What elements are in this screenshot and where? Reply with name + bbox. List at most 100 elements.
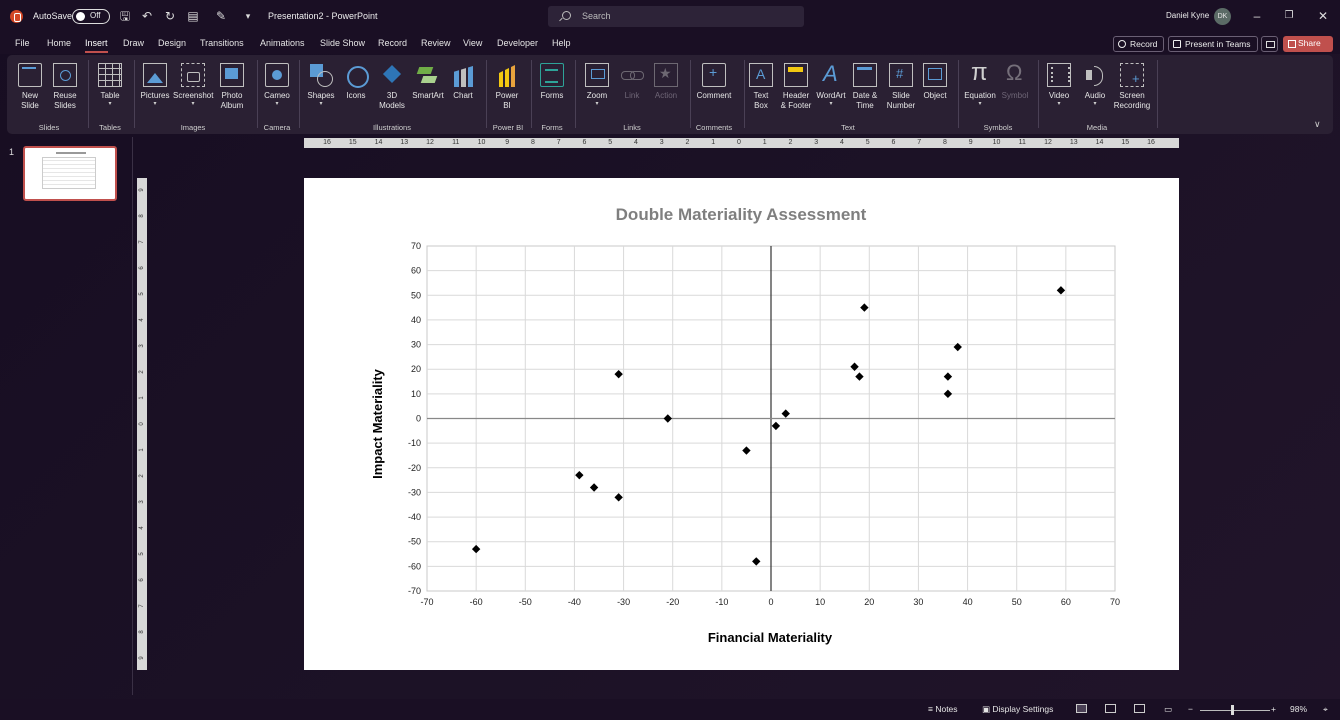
equation-button[interactable]: Equation ▾ (962, 59, 998, 108)
slide-thumbnail[interactable] (23, 146, 117, 201)
screen-recording-button[interactable]: Screen Recording (1113, 63, 1151, 111)
tab-transitions[interactable]: Transitions (200, 38, 244, 48)
3d-models-button[interactable]: 3D Models (375, 63, 409, 111)
horizontal-ruler[interactable]: 16 15 14 13 12 11 10 9 8 7 6 5 4 3 2 1 0 1 2 3 4 5 6 7 8 9 10 11 12 1… (304, 138, 1179, 148)
forms-button[interactable]: Forms (537, 63, 567, 101)
symbol-button[interactable]: Symbol (1000, 60, 1030, 101)
ruler-tick-label: 11 (1018, 139, 1026, 146)
user-name[interactable]: Daniel Kyne (1166, 11, 1209, 20)
thumbnail-chart (42, 157, 96, 189)
group-divider (299, 60, 300, 128)
tab-view[interactable]: View (463, 38, 482, 48)
vertical-ruler[interactable]: 9 8 7 6 5 4 3 2 1 0 1 2 3 4 5 6 7 8 9 (137, 178, 147, 670)
collapse-ribbon-icon[interactable]: ∨ (1314, 119, 1321, 130)
object-button[interactable]: Object (920, 63, 950, 101)
tab-insert[interactable]: Insert (85, 38, 108, 53)
link-button[interactable]: Link (617, 63, 647, 101)
shapes-button[interactable]: Shapes ▾ (305, 63, 337, 108)
normal-view-icon[interactable] (1076, 704, 1087, 713)
ruler-tick-label: 4 (634, 139, 638, 146)
ruler-tick-label: 12 (1044, 139, 1052, 146)
audio-button[interactable]: Audio ▾ (1080, 63, 1110, 108)
y-tick-label: -60 (408, 561, 421, 571)
icons-button[interactable]: Icons (340, 63, 372, 101)
display-settings-button[interactable]: ▣ Display Settings (982, 704, 1053, 715)
tab-file[interactable]: File (15, 38, 30, 48)
photo-album-button[interactable]: Photo Album (215, 63, 249, 111)
group-label-images: Images (180, 123, 206, 132)
present-from-beginning-icon[interactable]: ▤ (186, 9, 200, 23)
close-icon[interactable]: ✕ (1315, 8, 1331, 24)
group-label-comments: Comments (695, 123, 733, 132)
wordart-button[interactable]: WordArt ▾ (814, 61, 848, 108)
tab-design[interactable]: Design (158, 38, 186, 48)
comment-button[interactable]: Comment (694, 63, 734, 101)
new-slide-button[interactable]: New Slide (15, 63, 45, 111)
restore-icon[interactable]: ❐ (1281, 8, 1297, 24)
ruler-tick-label: 1 (139, 448, 145, 452)
ruler-tick-label: 9 (505, 139, 510, 146)
video-button[interactable]: Video ▾ (1044, 63, 1074, 108)
reuse-slides-button[interactable]: Reuse Slides (50, 63, 80, 111)
share-button[interactable]: Share (1283, 36, 1333, 52)
comments-button[interactable] (1261, 36, 1278, 52)
pictures-icon (143, 63, 167, 87)
search-input[interactable]: Search (548, 6, 804, 27)
slide-canvas[interactable]: Double Materiality Assessment -70 -60 -50-… (304, 178, 1179, 670)
slide-show-icon[interactable]: ▭ (1164, 704, 1172, 715)
slide-sorter-icon[interactable] (1105, 704, 1116, 713)
slide-number-button[interactable]: Slide Number (885, 63, 917, 111)
scatter-chart[interactable]: Double Materiality Assessment -70 -60 -50-… (304, 178, 1179, 670)
tab-record[interactable]: Record (378, 38, 407, 48)
smartart-button[interactable]: SmartArt (409, 63, 447, 101)
tab-review[interactable]: Review (421, 38, 451, 48)
zoom-slider-handle[interactable] (1231, 705, 1234, 715)
zoom-slider[interactable] (1200, 710, 1270, 711)
table-button[interactable]: Table ▾ (95, 63, 125, 108)
chart-title: Double Materiality Assessment (616, 205, 867, 224)
date-time-label: Date & Time (852, 91, 878, 110)
zoom-level[interactable]: 98% (1290, 704, 1307, 714)
avatar[interactable]: DK (1214, 8, 1231, 25)
header-footer-icon (784, 63, 808, 87)
group-label-symbols: Symbols (983, 123, 1013, 132)
notes-button[interactable]: ≡ Notes (928, 704, 958, 714)
pictures-button[interactable]: Pictures ▾ (138, 63, 172, 108)
tab-animations[interactable]: Animations (260, 38, 305, 48)
ruler-tick-label: 3 (139, 344, 145, 348)
save-icon[interactable]: 🖫 (118, 9, 132, 23)
record-button[interactable]: Record (1113, 36, 1165, 52)
tab-help[interactable]: Help (552, 38, 571, 48)
chart-button[interactable]: Chart (449, 63, 477, 101)
action-button[interactable]: Action (651, 63, 681, 101)
x-tick-label: -30 (617, 597, 630, 607)
ruler-tick-label: 9 (139, 188, 145, 192)
cameo-button[interactable]: Cameo ▾ (261, 63, 293, 108)
tab-slide-show[interactable]: Slide Show (320, 38, 365, 48)
tab-developer[interactable]: Developer (497, 38, 538, 48)
tab-draw[interactable]: Draw (123, 38, 144, 48)
pane-divider[interactable] (132, 137, 133, 695)
ruler-tick-label: 13 (400, 139, 409, 146)
screenshot-button[interactable]: Screenshot ▾ (173, 63, 213, 108)
draw-icon[interactable]: ✎ (214, 9, 228, 23)
power-bi-button[interactable]: Power BI (492, 63, 522, 111)
customize-toolbar-icon[interactable]: ▾ (241, 9, 255, 23)
ruler-tick-label: 8 (531, 139, 535, 146)
minimize-icon[interactable]: – (1249, 8, 1265, 24)
tab-home[interactable]: Home (47, 38, 71, 48)
autosave-toggle[interactable]: Off (72, 9, 110, 24)
redo-icon[interactable]: ↻ (163, 9, 177, 23)
date-time-button[interactable]: Date & Time (850, 63, 880, 111)
x-tick-label: -10 (715, 597, 728, 607)
zoom-out-icon[interactable]: − (1188, 704, 1193, 714)
reading-view-icon[interactable] (1134, 704, 1145, 713)
undo-icon[interactable]: ↶ (140, 9, 154, 23)
text-box-button[interactable]: Text Box (746, 63, 776, 111)
y-axis-title: Impact Materiality (370, 368, 385, 479)
zoom-in-icon[interactable]: + (1271, 704, 1276, 714)
present-in-teams-button[interactable]: Present in Teams (1168, 36, 1258, 52)
fit-to-window-icon[interactable]: ⌖ (1323, 704, 1328, 715)
header-footer-button[interactable]: Header & Footer (778, 63, 814, 111)
zoom-button[interactable]: Zoom ▾ (582, 63, 612, 108)
